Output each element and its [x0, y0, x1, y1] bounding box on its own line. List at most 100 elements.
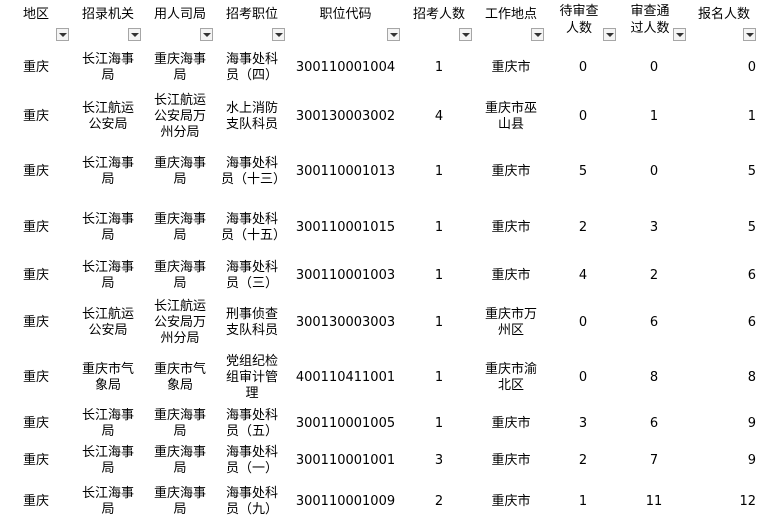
cell-applicants: 9: [747, 416, 756, 431]
cell-review-passed: 6: [649, 315, 659, 330]
cell-pending-review: 0: [578, 109, 588, 124]
cell-position: 海事处科员（三）: [225, 260, 278, 291]
cell-pending-review: 0: [578, 370, 588, 385]
cell-applicants: 9: [747, 453, 756, 468]
table-row: 重庆 重庆市气象局 重庆市气象局 党组纪检组审计管理 400110411001 1 重庆市渝…: [0, 348, 759, 408]
cell-recruiting-agency: 长江海事局: [81, 52, 134, 83]
cell-position-code: 300110001013: [295, 164, 396, 179]
cell-openings: 3: [434, 453, 444, 468]
cell-review-passed: 2: [649, 268, 659, 283]
cell-recruiting-agency: 长江海事局: [81, 212, 134, 243]
cell-position-code: 300110001015: [295, 220, 396, 235]
table-row: 重庆 长江海事局 重庆海事局 海事处科员（十三） 300110001013 1 重庆市 5 0 5: [0, 142, 759, 202]
cell-applicants: 0: [747, 60, 756, 75]
cell-recruiting-agency: 长江海事局: [81, 156, 134, 187]
header-pending-review: 待审查人数: [547, 0, 619, 44]
filter-dropdown-icon[interactable]: [128, 28, 141, 41]
cell-recruiting-agency: 长江海事局: [81, 445, 134, 476]
cell-region: 重庆: [22, 453, 49, 468]
cell-pending-review: 0: [578, 315, 588, 330]
cell-applicants: 5: [747, 220, 756, 235]
cell-review-passed: 3: [649, 220, 659, 235]
filter-dropdown-icon[interactable]: [200, 28, 213, 41]
cell-recruiting-agency: 长江航运公安局: [81, 101, 134, 132]
header-row: 地区 招录机关 用人司局 招考职位 职位代码 招考人数 工作地点 待审查人数 审…: [0, 0, 759, 44]
cell-position: 海事处科员（十三）: [221, 156, 287, 187]
filter-dropdown-icon[interactable]: [387, 28, 400, 41]
cell-recruiting-agency: 长江航运公安局: [81, 307, 134, 338]
cell-review-passed: 0: [649, 60, 659, 75]
table-row: 重庆 长江海事局 重庆海事局 海事处科员（三） 300110001003 1 重庆市 4 2 6: [0, 254, 759, 298]
cell-employing-bureau: 长江航运公安局万州分局: [153, 299, 206, 346]
header-employing-bureau: 用人司局: [144, 0, 216, 44]
header-review-passed: 审查通过人数: [619, 0, 689, 44]
cell-region: 重庆: [22, 220, 49, 235]
cell-recruiting-agency: 长江海事局: [81, 408, 134, 439]
cell-employing-bureau: 重庆海事局: [153, 212, 206, 243]
header-position: 招考职位: [216, 0, 288, 44]
cell-region: 重庆: [22, 268, 49, 283]
cell-work-location: 重庆市万州区: [484, 307, 537, 338]
table-row: 重庆 长江海事局 重庆海事局 海事处科员（四） 300110001004 1 重庆市 0 0 0: [0, 44, 759, 92]
cell-recruiting-agency: 长江海事局: [81, 486, 134, 517]
filter-dropdown-icon[interactable]: [743, 28, 756, 41]
cell-review-passed: 7: [649, 453, 659, 468]
cell-region: 重庆: [22, 370, 49, 385]
cell-work-location: 重庆市: [491, 494, 531, 509]
cell-review-passed: 0: [649, 164, 659, 179]
cell-recruiting-agency: 重庆市气象局: [81, 362, 134, 393]
cell-openings: 1: [434, 60, 444, 75]
cell-applicants: 12: [739, 494, 756, 509]
cell-work-location: 重庆市: [491, 453, 531, 468]
cell-applicants: 8: [747, 370, 756, 385]
filter-dropdown-icon[interactable]: [603, 28, 616, 41]
cell-work-location: 重庆市: [491, 268, 531, 283]
cell-employing-bureau: 重庆海事局: [153, 260, 206, 291]
cell-review-passed: 8: [649, 370, 659, 385]
cell-position-code: 300130003003: [295, 315, 396, 330]
cell-work-location: 重庆市: [491, 220, 531, 235]
cell-employing-bureau: 长江航运公安局万州分局: [153, 93, 206, 140]
cell-position-code: 300110001003: [295, 268, 396, 283]
cell-work-location: 重庆市: [491, 60, 531, 75]
header-work-location: 工作地点: [475, 0, 547, 44]
cell-position: 水上消防支队科员: [225, 101, 278, 132]
header-recruiting-agency: 招录机关: [72, 0, 144, 44]
table-row: 重庆 长江海事局 重庆海事局 海事处科员（十五） 300110001015 1 重庆市 2 3 5: [0, 202, 759, 254]
cell-region: 重庆: [22, 315, 49, 330]
cell-work-location: 重庆市: [491, 164, 531, 179]
cell-pending-review: 5: [578, 164, 588, 179]
cell-review-passed: 1: [649, 109, 659, 124]
cell-pending-review: 2: [578, 453, 588, 468]
cell-region: 重庆: [22, 109, 49, 124]
cell-region: 重庆: [22, 60, 49, 75]
cell-recruiting-agency: 长江海事局: [81, 260, 134, 291]
cell-applicants: 5: [747, 164, 756, 179]
header-region: 地区: [0, 0, 72, 44]
table-row: 重庆 长江海事局 重庆海事局 海事处科员（一） 300110001001 3 重庆市 2 7 9: [0, 440, 759, 482]
cell-position: 海事处科员（五）: [225, 408, 278, 439]
cell-position-code: 300110001005: [295, 416, 396, 431]
filter-dropdown-icon[interactable]: [459, 28, 472, 41]
cell-openings: 2: [434, 494, 444, 509]
cell-employing-bureau: 重庆海事局: [153, 52, 206, 83]
cell-pending-review: 1: [578, 494, 588, 509]
cell-openings: 1: [434, 370, 444, 385]
cell-position-code: 300110001001: [295, 453, 396, 468]
cell-position-code: 300130003002: [295, 109, 396, 124]
filter-dropdown-icon[interactable]: [56, 28, 69, 41]
cell-employing-bureau: 重庆市气象局: [153, 362, 206, 393]
cell-openings: 1: [434, 416, 444, 431]
cell-region: 重庆: [22, 494, 49, 509]
filter-dropdown-icon[interactable]: [673, 28, 686, 41]
cell-work-location: 重庆市: [491, 416, 531, 431]
table-row: 重庆 长江海事局 重庆海事局 海事处科员（九） 300110001009 2 重庆市 1 11 1…: [0, 482, 759, 522]
filter-dropdown-icon[interactable]: [531, 28, 544, 41]
cell-review-passed: 11: [645, 494, 663, 509]
filter-dropdown-icon[interactable]: [272, 28, 285, 41]
cell-openings: 1: [434, 268, 444, 283]
cell-pending-review: 4: [578, 268, 588, 283]
cell-position: 海事处科员（十五）: [221, 212, 287, 243]
cell-applicants: 1: [747, 109, 756, 124]
cell-applicants: 6: [747, 268, 756, 283]
